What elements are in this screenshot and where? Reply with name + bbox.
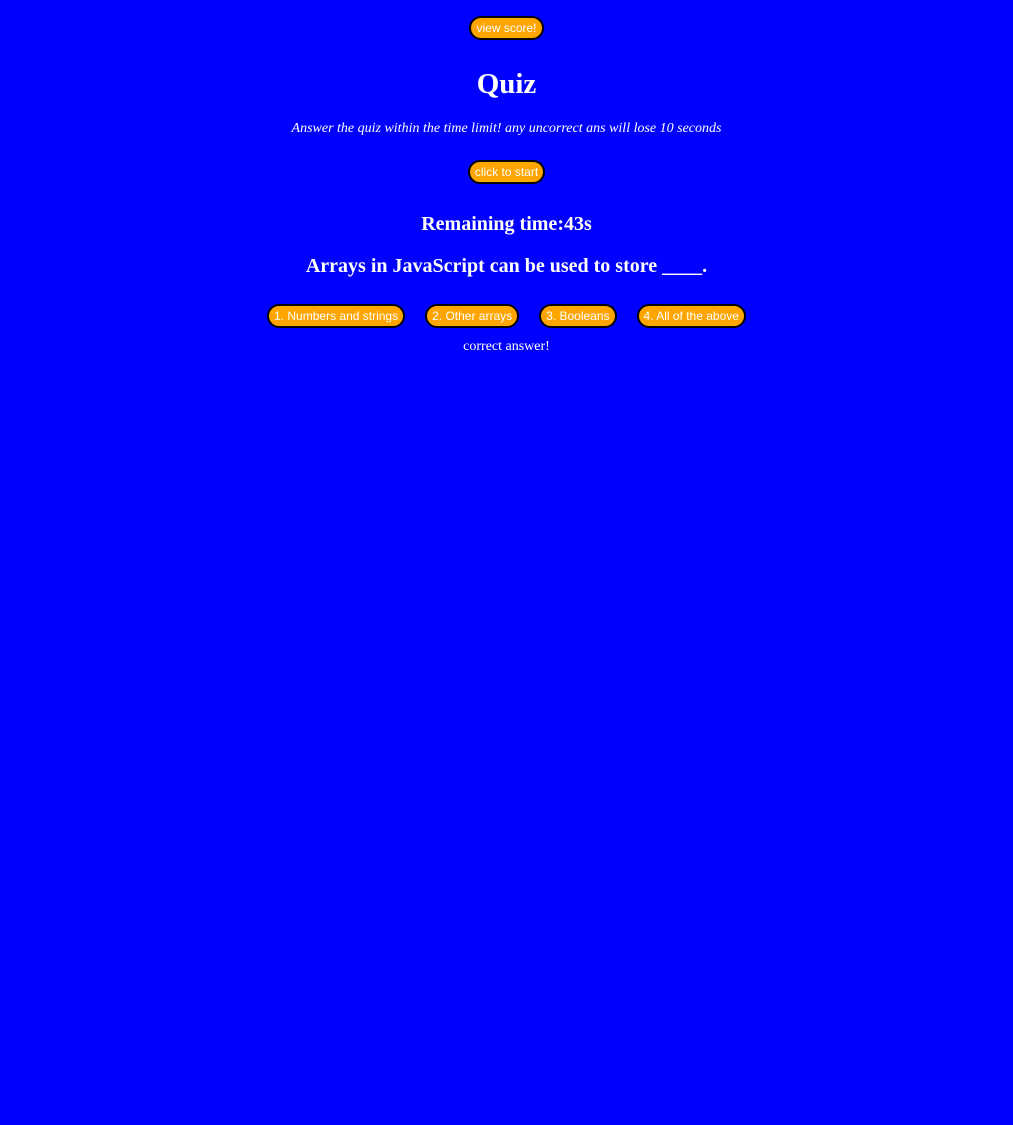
question-text: Arrays in JavaScript can be used to stor… [305,255,708,277]
start-button[interactable]: click to start [467,160,546,184]
choice-button-3[interactable]: 3. Booleans [539,304,617,328]
quiz-instructions: Answer the quiz within the time limit! a… [291,121,722,136]
view-score-row: view score! [0,16,1013,40]
choice-button-1[interactable]: 1. Numbers and strings [267,304,406,328]
choice-button-2[interactable]: 2. Other arrays [425,304,520,328]
answer-feedback: correct answer! [463,339,550,354]
page-title: Quiz [476,68,537,100]
view-score-button[interactable]: view score! [469,16,544,40]
choice-button-4[interactable]: 4. All of the above [636,304,746,328]
answer-choices: 1. Numbers and strings 2. Other arrays 3… [0,304,1013,328]
start-row: click to start [0,160,1013,184]
remaining-time: Remaining time:43s [421,213,592,235]
